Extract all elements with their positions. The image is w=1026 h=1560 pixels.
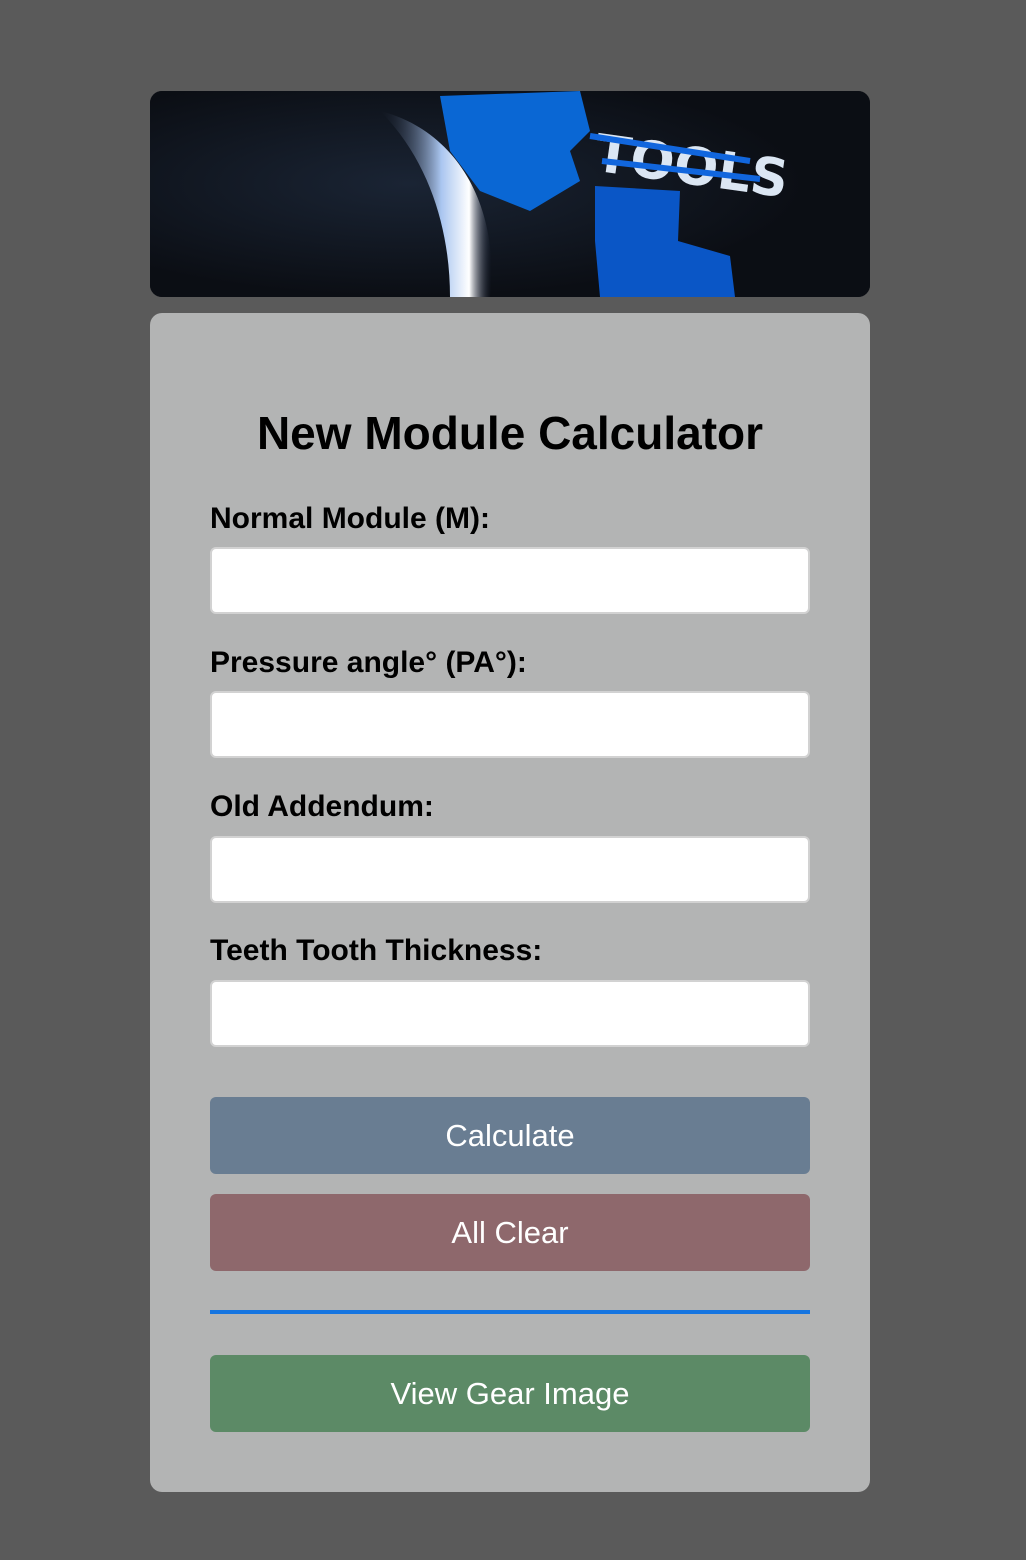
tools-logo-icon: TOOLS	[150, 91, 870, 297]
all-clear-button[interactable]: All Clear	[210, 1194, 810, 1271]
normal-module-label: Normal Module (M):	[210, 502, 490, 535]
header-banner-image: TOOLS	[150, 91, 870, 297]
tooth-thickness-input[interactable]	[210, 980, 810, 1047]
calculator-card: New Module Calculator Normal Module (M):…	[150, 313, 870, 1492]
normal-module-input[interactable]	[210, 547, 810, 614]
view-gear-image-button[interactable]: View Gear Image	[210, 1355, 810, 1432]
page-title: New Module Calculator	[256, 407, 764, 459]
old-addendum-label: Old Addendum:	[210, 790, 434, 823]
tooth-thickness-label: Teeth Tooth Thickness:	[210, 934, 543, 967]
pressure-angle-input[interactable]	[210, 691, 810, 758]
calculate-button[interactable]: Calculate	[210, 1097, 810, 1174]
old-addendum-input[interactable]	[210, 836, 810, 903]
section-divider	[210, 1310, 810, 1314]
pressure-angle-label: Pressure angle° (PA°):	[210, 646, 527, 679]
